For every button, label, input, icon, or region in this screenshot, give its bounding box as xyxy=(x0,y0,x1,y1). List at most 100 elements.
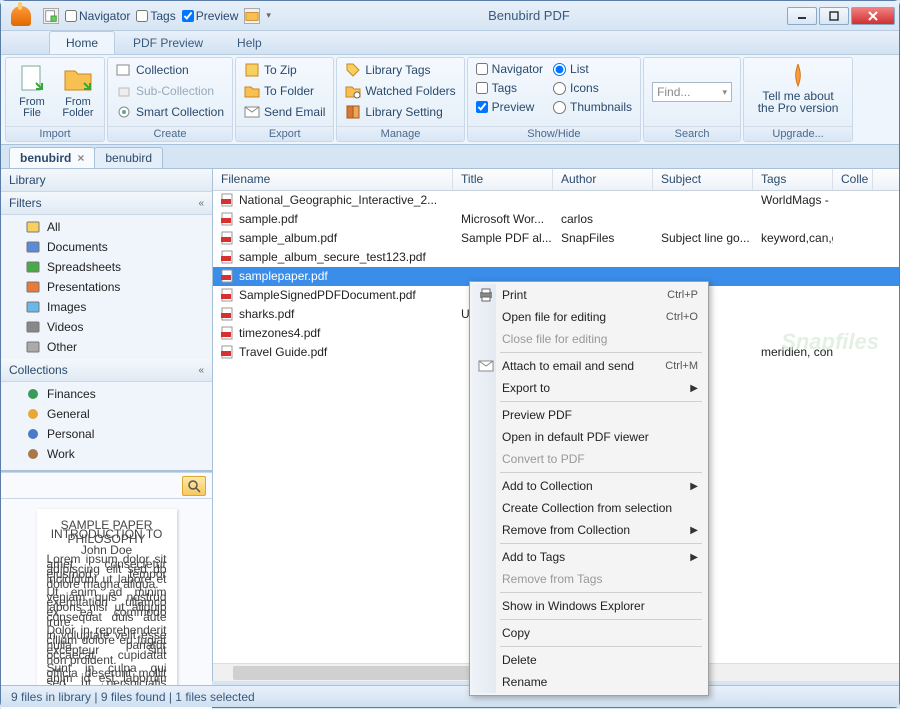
filter-item[interactable]: Other xyxy=(1,337,212,357)
smart-collection-button[interactable]: Smart Collection xyxy=(112,102,228,122)
file-row[interactable]: sample_album.pdfSample PDF al...SnapFile… xyxy=(213,229,899,248)
filters-tree: AllDocumentsSpreadsheetsPresentationsIma… xyxy=(1,215,212,359)
filter-icon xyxy=(25,239,41,255)
context-menu-item[interactable]: Attach to email and sendCtrl+M xyxy=(472,355,706,377)
file-row[interactable]: sample.pdfMicrosoft Wor...carlos xyxy=(213,210,899,229)
main-area: Library Filters« AllDocumentsSpreadsheet… xyxy=(1,169,899,681)
filter-item[interactable]: Images xyxy=(1,297,212,317)
status-text: 9 files in library | 9 files found | 1 f… xyxy=(11,690,255,704)
chevron-icon: « xyxy=(198,365,204,376)
col-subject[interactable]: Subject xyxy=(653,169,753,190)
close-button[interactable] xyxy=(851,7,895,25)
folder-icon xyxy=(244,83,260,99)
collection-icon xyxy=(25,446,41,462)
context-menu-item[interactable]: Add to Collection▶ xyxy=(472,475,706,497)
to-zip-button[interactable]: To Zip xyxy=(240,60,329,80)
qat-navigator-toggle[interactable]: Navigator xyxy=(65,9,130,23)
setting-icon xyxy=(345,104,361,120)
filters-header[interactable]: Filters« xyxy=(1,192,212,215)
context-menu-item[interactable]: Create Collection from selection xyxy=(472,497,706,519)
file-row[interactable]: National_Geographic_Interactive_2...Worl… xyxy=(213,191,899,210)
tab-home[interactable]: Home xyxy=(49,31,115,54)
list-radio[interactable]: List xyxy=(549,60,636,78)
collection-item[interactable]: Work xyxy=(1,444,212,464)
qat-tags-toggle[interactable]: Tags xyxy=(136,9,175,23)
col-tags[interactable]: Tags xyxy=(753,169,833,190)
collection-button[interactable]: Collection xyxy=(112,60,228,80)
tab-pdf-preview[interactable]: PDF Preview xyxy=(117,32,219,54)
pdf-icon xyxy=(221,269,235,283)
library-setting-button[interactable]: Library Setting xyxy=(341,102,459,122)
library-header: Library xyxy=(1,169,212,192)
context-menu-item[interactable]: Remove from Collection▶ xyxy=(472,519,706,541)
context-menu-item: Close file for editing xyxy=(472,328,706,350)
filter-icon xyxy=(25,339,41,355)
filter-icon xyxy=(25,319,41,335)
ribbon-group-create: Collection Sub-Collection Smart Collecti… xyxy=(107,57,233,142)
column-headers: Filename Title Author Subject Tags Colle xyxy=(213,169,899,191)
library-tags-button[interactable]: Library Tags xyxy=(341,60,459,80)
context-menu-item[interactable]: PrintCtrl+P xyxy=(472,284,706,306)
preview-checkbox[interactable]: Preview xyxy=(472,98,547,116)
context-menu-item[interactable]: Open file for editingCtrl+O xyxy=(472,306,706,328)
qat-preview-toggle[interactable]: Preview xyxy=(182,9,239,23)
filter-item[interactable]: All xyxy=(1,217,212,237)
tab-help[interactable]: Help xyxy=(221,32,278,54)
document-tabs: benubird× benubird xyxy=(1,145,899,169)
context-menu-item[interactable]: Add to Tags▶ xyxy=(472,546,706,568)
doc-tab-2[interactable]: benubird xyxy=(94,147,163,168)
collection-item[interactable]: Finances xyxy=(1,384,212,404)
qat-folder-icon[interactable] xyxy=(244,8,260,24)
collections-header[interactable]: Collections« xyxy=(1,359,212,382)
col-colle[interactable]: Colle xyxy=(833,169,873,190)
navigator-checkbox[interactable]: Navigator xyxy=(472,60,547,78)
qat-new-icon[interactable] xyxy=(43,8,59,24)
from-folder-button[interactable]: From Folder xyxy=(56,60,100,122)
mail-icon xyxy=(478,358,494,374)
icons-radio[interactable]: Icons xyxy=(549,79,636,97)
upgrade-button[interactable]: Tell me about the Pro version xyxy=(748,60,848,116)
context-menu-item: Remove from Tags xyxy=(472,568,706,590)
watched-folders-button[interactable]: Watched Folders xyxy=(341,81,459,101)
collection-icon xyxy=(25,386,41,402)
filter-item[interactable]: Videos xyxy=(1,317,212,337)
collection-item[interactable]: General xyxy=(1,404,212,424)
preview-page: SAMPLE PAPER INTRODUCTION TO PHILOSOPHY … xyxy=(37,509,177,699)
to-folder-button[interactable]: To Folder xyxy=(240,81,329,101)
thumbnails-radio[interactable]: Thumbnails xyxy=(549,98,636,116)
send-email-button[interactable]: Send Email xyxy=(240,102,329,122)
maximize-button[interactable] xyxy=(819,7,849,25)
context-menu-item[interactable]: Show in Windows Explorer xyxy=(472,595,706,617)
pdf-icon xyxy=(221,326,235,340)
close-tab-icon[interactable]: × xyxy=(77,151,84,165)
watched-icon xyxy=(345,83,361,99)
pdf-icon xyxy=(221,212,235,226)
doc-tab-1[interactable]: benubird× xyxy=(9,147,95,168)
context-menu-item[interactable]: Copy xyxy=(472,622,706,644)
collection-item[interactable]: Personal xyxy=(1,424,212,444)
quick-access-toolbar: Navigator Tags Preview ▾ xyxy=(43,8,271,24)
col-author[interactable]: Author xyxy=(553,169,653,190)
filter-item[interactable]: Presentations xyxy=(1,277,212,297)
minimize-button[interactable] xyxy=(787,7,817,25)
filter-item[interactable]: Documents xyxy=(1,237,212,257)
preview-zoom-button[interactable] xyxy=(182,476,206,496)
sub-collection-button: Sub-Collection xyxy=(112,81,228,101)
preview-pane: SAMPLE PAPER INTRODUCTION TO PHILOSOPHY … xyxy=(1,472,212,709)
context-menu-item[interactable]: Preview PDF xyxy=(472,404,706,426)
context-menu-item[interactable]: Rename xyxy=(472,671,706,693)
context-menu-item[interactable]: Export to▶ xyxy=(472,377,706,399)
preview-document[interactable]: SAMPLE PAPER INTRODUCTION TO PHILOSOPHY … xyxy=(1,499,212,709)
filter-item[interactable]: Spreadsheets xyxy=(1,257,212,277)
app-icon[interactable] xyxy=(11,6,31,26)
file-row[interactable]: sample_album_secure_test123.pdf xyxy=(213,248,899,267)
sidebar: Library Filters« AllDocumentsSpreadsheet… xyxy=(1,169,213,681)
col-filename[interactable]: Filename xyxy=(213,169,453,190)
context-menu-item[interactable]: Open in default PDF viewer xyxy=(472,426,706,448)
from-file-button[interactable]: From File xyxy=(10,60,54,122)
context-menu-item[interactable]: Delete xyxy=(472,649,706,671)
smart-collection-icon xyxy=(116,104,132,120)
search-input[interactable]: Find...▾ xyxy=(652,82,732,102)
col-title[interactable]: Title xyxy=(453,169,553,190)
tags-checkbox[interactable]: Tags xyxy=(472,79,547,97)
